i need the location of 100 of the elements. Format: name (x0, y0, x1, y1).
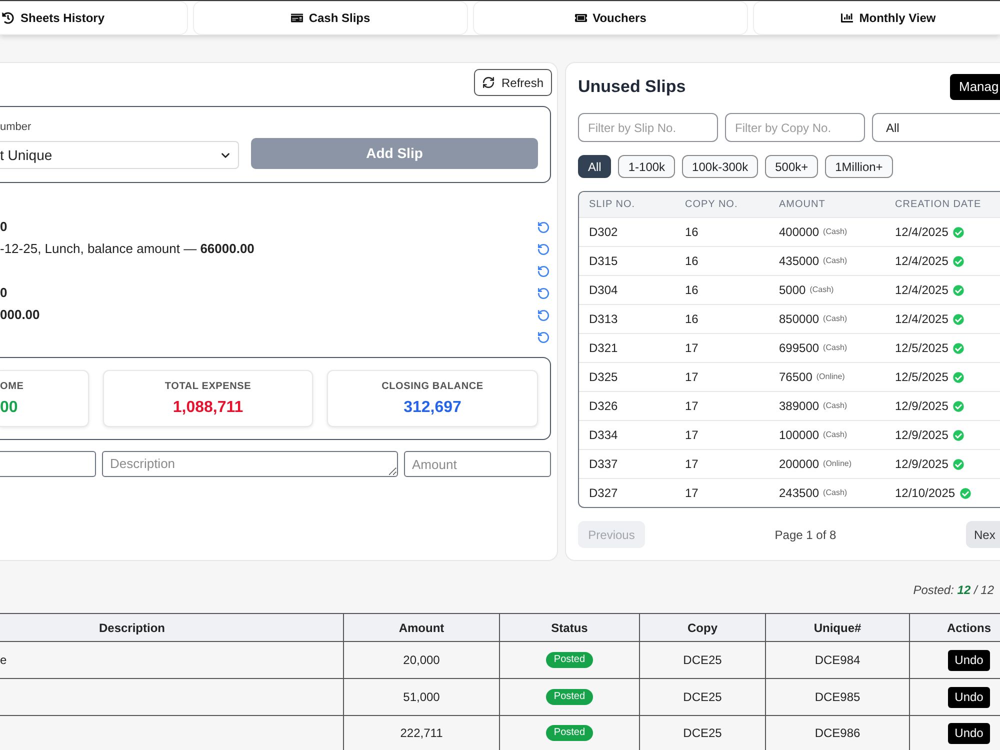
summary-value: 00 (0, 398, 18, 416)
date-text: 12/4/2025 (895, 224, 948, 241)
undo-icon[interactable] (537, 264, 550, 278)
undo-icon[interactable] (537, 242, 550, 256)
column-header: Actions (946, 620, 991, 636)
amount-value: 100000 (779, 427, 820, 444)
table-cell-text: e (0, 652, 7, 669)
summary-label: CLOSING BALANCE (382, 380, 484, 392)
tab[interactable]: Vouchers (473, 1, 748, 35)
date-text: 12/9/2025 (895, 398, 948, 415)
date-text: 12/4/2025 (895, 253, 948, 270)
manage-button[interactable]: Manag (950, 74, 1000, 100)
field-label: umber (0, 121, 32, 133)
amount-value: 243500 (779, 485, 820, 502)
amount-value: 400000 (779, 224, 820, 241)
entry-text: 000.00 (0, 306, 40, 324)
table-cell-text: DCE25 (683, 725, 722, 742)
refresh-icon (482, 76, 496, 89)
payment-mode: (Cash) (823, 255, 848, 267)
table-cell-text: 17 (684, 485, 700, 502)
table-cell-text: 51,000 (403, 689, 440, 706)
column-header: Copy (688, 620, 718, 636)
table-cell-text: D315 (588, 253, 619, 270)
summary-label: TOTAL EXPENSE (164, 380, 252, 392)
filter-select[interactable]: All (872, 113, 1000, 142)
payment-mode: (Online) (816, 371, 845, 383)
filter-field[interactable]: Filter by Slip No. (578, 113, 718, 142)
column-header: Amount (398, 620, 444, 636)
summary-value: 312,697 (404, 398, 462, 416)
date-text: 12/10/2025 (895, 485, 956, 502)
tab[interactable]: Monthly View (753, 1, 1000, 35)
table-cell-text: D327 (588, 485, 619, 502)
table-cell-text: D326 (588, 398, 619, 415)
table-cell-text: D304 (588, 282, 619, 299)
column-header: Status (551, 620, 588, 636)
table-cell-text: DCE25 (683, 652, 722, 669)
amount-value: 200000 (779, 456, 820, 473)
status-badge: Posted (546, 689, 594, 705)
column-header: Unique# (814, 620, 862, 636)
range-filter-chip[interactable]: 1-100k (618, 155, 676, 178)
panel-title: Unused Slips (578, 76, 686, 98)
column-header: AMOUNT (778, 198, 826, 212)
entry-text: 0 (0, 284, 8, 302)
undo-button[interactable]: Undo (948, 650, 990, 670)
table-cell-text: 20,000 (403, 652, 440, 669)
table-cell-text: D302 (588, 224, 619, 241)
payment-mode: (Cash) (823, 487, 848, 499)
table-cell-text: 17 (684, 340, 700, 357)
column-header: CREATION DATE (894, 198, 982, 212)
textarea-field[interactable]: Description (102, 451, 398, 477)
table-cell-text: DCE984 (814, 652, 860, 669)
date-text: 12/4/2025 (895, 282, 948, 299)
undo-button[interactable]: Undo (948, 686, 990, 708)
table-cell-text: 16 (684, 311, 700, 328)
table-cell-text: 17 (684, 427, 700, 444)
refresh-button[interactable]: Refresh (474, 69, 552, 96)
page-indicator: Page 1 of 8 (774, 526, 836, 544)
column-header: COPY NO. (684, 198, 739, 212)
card-icon (290, 12, 303, 24)
payment-mode: (Cash) (823, 429, 848, 441)
undo-icon[interactable] (537, 286, 550, 300)
date-text: 12/5/2025 (895, 340, 948, 357)
amount-value: 389000 (779, 398, 820, 415)
payment-mode: (Cash) (823, 400, 848, 412)
bar-chart-icon (841, 12, 854, 24)
filter-field[interactable]: Filter by Copy No. (725, 113, 865, 142)
tab[interactable]: Sheets History (0, 1, 188, 35)
summary-label: OME (0, 380, 24, 392)
table-cell-text: 16 (684, 253, 700, 270)
table-cell-text: DCE25 (683, 689, 722, 706)
payment-mode: (Cash) (823, 313, 848, 325)
next-button[interactable]: Nex (966, 521, 1000, 548)
table-cell-text: 17 (684, 398, 700, 415)
date-text: 12/5/2025 (895, 369, 948, 386)
range-filter-chip[interactable]: 1Million+ (825, 155, 893, 178)
ticket-icon (574, 12, 587, 24)
undo-icon[interactable] (537, 308, 550, 322)
table-cell-text: D334 (588, 427, 619, 444)
table-cell-text: 16 (684, 224, 700, 241)
undo-button[interactable]: Undo (948, 722, 990, 744)
undo-icon[interactable] (537, 220, 550, 234)
posted-count: Posted: 12 / 12 (913, 583, 994, 597)
range-filter-chip[interactable]: 100k-300k (682, 155, 758, 178)
input-field[interactable]: Amount (404, 451, 551, 477)
status-badge: Posted (546, 725, 594, 741)
payment-mode: (Cash) (823, 226, 848, 238)
amount-value: 850000 (779, 311, 820, 328)
table-cell-text: DCE985 (814, 689, 860, 706)
payment-mode: (Cash) (823, 342, 848, 354)
undo-icon[interactable] (537, 330, 550, 344)
amount-value: 76500 (779, 369, 812, 386)
range-filter-chip[interactable]: 500k+ (765, 155, 818, 178)
summary-value: 1,088,711 (172, 398, 244, 416)
table-cell-text: 16 (684, 282, 700, 299)
input-field[interactable] (0, 451, 96, 477)
range-filter-chip[interactable]: All (578, 155, 612, 178)
tab[interactable]: Cash Slips (193, 1, 468, 35)
amount-value: 699500 (779, 340, 820, 357)
table-cell-text: DCE986 (814, 725, 860, 742)
date-text: 12/9/2025 (895, 427, 948, 444)
